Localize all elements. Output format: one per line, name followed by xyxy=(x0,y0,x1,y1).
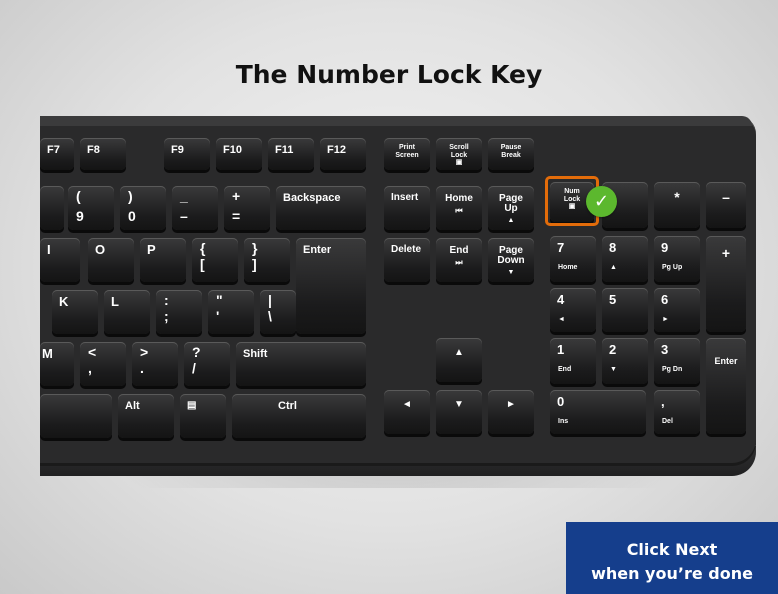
key-shift[interactable]: Shift xyxy=(236,342,366,386)
key-ctrl[interactable]: Ctrl xyxy=(232,394,366,438)
key-equals[interactable]: + = xyxy=(224,186,270,230)
key-period[interactable]: >. xyxy=(132,342,178,386)
down-triangle-icon: ▼ xyxy=(507,269,515,276)
key-comma[interactable]: <, xyxy=(80,342,126,386)
key-num-2[interactable]: 2 ▼ xyxy=(602,338,648,384)
key-home[interactable]: Home ⏮ xyxy=(436,186,482,230)
scroll-lock-indicator-icon: ▣ xyxy=(455,159,463,166)
key-arrow-up[interactable]: ▲ xyxy=(436,338,482,382)
key-minus[interactable]: _ – xyxy=(172,186,218,230)
key-delete[interactable]: Delete xyxy=(384,238,430,282)
key-alt[interactable]: Alt xyxy=(118,394,174,438)
key-9[interactable]: (9 xyxy=(68,186,114,230)
key-right-bracket[interactable]: }] xyxy=(244,238,290,282)
key-num-dot[interactable]: , Del xyxy=(654,390,700,434)
key-space[interactable] xyxy=(40,394,112,438)
up-triangle-icon: ▲ xyxy=(507,217,515,224)
home-arrow-icon: ⏮ xyxy=(455,206,463,215)
key-print-screen[interactable]: Print Screen xyxy=(384,138,430,170)
key-end[interactable]: End ⏭ xyxy=(436,238,482,282)
page-title: The Number Lock Key xyxy=(235,60,543,89)
key-p[interactable]: P xyxy=(140,238,186,282)
arrow-left-icon: ◄ xyxy=(402,399,412,410)
key-f7[interactable]: F7 xyxy=(40,138,74,170)
key-arrow-down[interactable]: ▼ xyxy=(436,390,482,434)
key-page-up[interactable]: Page Up ▲ xyxy=(488,186,534,230)
keyboard-top-edge xyxy=(40,116,752,126)
end-arrow-icon: ⏭ xyxy=(455,258,463,267)
key-i[interactable]: I xyxy=(40,238,80,282)
key-backspace[interactable]: Backspace xyxy=(276,186,366,230)
key-m[interactable]: M xyxy=(40,342,74,386)
key-f11[interactable]: F11 xyxy=(268,138,314,170)
key-num-plus[interactable]: + xyxy=(706,236,746,332)
arrow-up-icon: ▲ xyxy=(454,347,464,358)
key-menu[interactable]: ▤ xyxy=(180,394,226,438)
key-num-3[interactable]: 3 Pg Dn xyxy=(654,338,700,384)
arrow-down-icon: ▼ xyxy=(454,399,464,410)
menu-icon: ▤ xyxy=(187,400,197,411)
key-scroll-lock[interactable]: Scroll Lock ▣ xyxy=(436,138,482,170)
click-next-button[interactable]: Click Next when you’re done xyxy=(566,522,778,594)
key-0[interactable]: ) 0 xyxy=(120,186,166,230)
key-partial-left-1[interactable] xyxy=(40,186,64,230)
key-num-5[interactable]: 5 xyxy=(602,288,648,332)
key-num-8[interactable]: 8 ▲ xyxy=(602,236,648,282)
check-icon: ✓ xyxy=(586,186,617,217)
key-num-minus[interactable]: – xyxy=(706,182,746,228)
key-num-7[interactable]: 7 Home xyxy=(550,236,596,282)
key-num-0[interactable]: 0 Ins xyxy=(550,390,646,434)
key-num-9[interactable]: 9 Pg Up xyxy=(654,236,700,282)
key-page-down[interactable]: Page Down ▼ xyxy=(488,238,534,282)
key-f10[interactable]: F10 xyxy=(216,138,262,170)
key-arrow-left[interactable]: ◄ xyxy=(384,390,430,434)
key-enter[interactable]: Enter xyxy=(296,238,366,334)
key-semicolon[interactable]: :; xyxy=(156,290,202,334)
key-insert[interactable]: Insert xyxy=(384,186,430,230)
key-backslash[interactable]: | \ xyxy=(260,290,296,334)
arrow-right-icon: ► xyxy=(506,399,516,410)
key-num-1[interactable]: 1 End xyxy=(550,338,596,384)
key-num-6[interactable]: 6 ► xyxy=(654,288,700,332)
key-arrow-right[interactable]: ► xyxy=(488,390,534,434)
key-k[interactable]: K xyxy=(52,290,98,334)
key-left-bracket[interactable]: {[ xyxy=(192,238,238,282)
key-f12[interactable]: F12 xyxy=(320,138,366,170)
key-quote[interactable]: " ' xyxy=(208,290,254,334)
key-l[interactable]: L xyxy=(104,290,150,334)
key-pause[interactable]: Pause Break xyxy=(488,138,534,170)
key-slash[interactable]: ? / xyxy=(184,342,230,386)
key-num-enter[interactable]: Enter xyxy=(706,338,746,434)
key-num-4[interactable]: 4 ◄ xyxy=(550,288,596,332)
key-o[interactable]: O xyxy=(88,238,134,282)
key-f9[interactable]: F9 xyxy=(164,138,210,170)
key-f8[interactable]: F8 xyxy=(80,138,126,170)
key-num-star[interactable]: * xyxy=(654,182,700,228)
